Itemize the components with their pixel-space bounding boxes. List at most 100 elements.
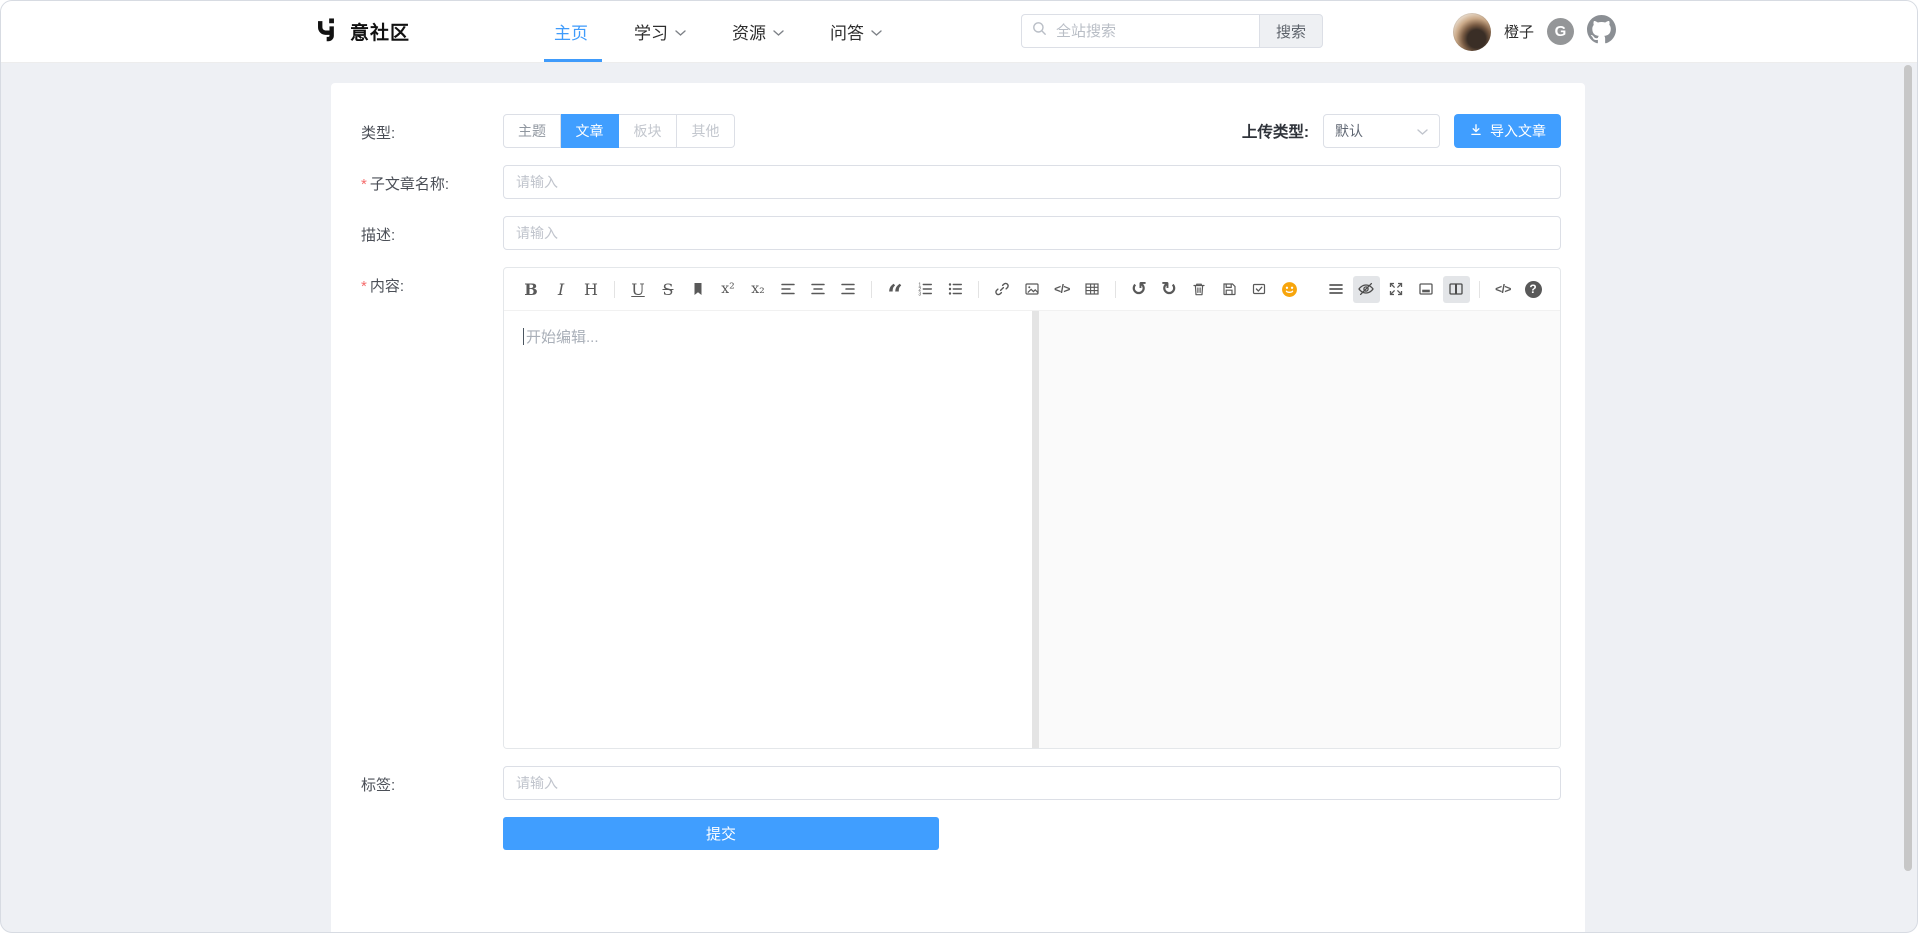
upload-group: 上传类型: 默认 导入文章 (1242, 114, 1561, 148)
align-left-icon[interactable] (775, 276, 802, 303)
text-caret (523, 328, 524, 345)
nav-item-qa[interactable]: 问答 (830, 19, 882, 44)
search-input[interactable] (1054, 22, 1249, 41)
search-input-wrap (1021, 14, 1259, 48)
type-row: 类型: 主题 文章 板块 其他 上传类型: 默认 (361, 114, 1561, 148)
save-icon[interactable] (1216, 276, 1243, 303)
pane-divider[interactable] (1032, 311, 1039, 748)
nav-label: 资源 (732, 19, 766, 44)
nav-label: 主页 (554, 19, 588, 44)
search-button[interactable]: 搜索 (1259, 14, 1323, 48)
help-icon[interactable]: ? (1520, 276, 1547, 303)
split-view-icon[interactable] (1443, 276, 1470, 303)
svg-text:3: 3 (918, 291, 921, 297)
editor-toolbar: B I H U S x² x₂ (504, 268, 1560, 311)
bold-icon[interactable]: B (518, 276, 545, 303)
nav-label: 学习 (634, 19, 668, 44)
align-right-icon[interactable] (835, 276, 862, 303)
chevron-down-icon (871, 22, 882, 42)
search-bar: 搜索 (1021, 14, 1323, 48)
markdown-editor: B I H U S x² x₂ (503, 267, 1561, 749)
logo-text: 意社区 (350, 18, 410, 45)
username[interactable]: 橙子 (1504, 21, 1534, 42)
upload-type-select[interactable]: 默认 (1323, 114, 1440, 148)
type-option-other[interactable]: 其他 (677, 114, 735, 148)
upload-type-value: 默认 (1335, 121, 1363, 141)
type-option-topic[interactable]: 主题 (503, 114, 561, 148)
toolbar-divider (871, 281, 872, 298)
export-check-icon[interactable] (1246, 276, 1273, 303)
type-segmented-control: 主题 文章 板块 其他 (503, 114, 735, 148)
superscript-icon[interactable]: x² (715, 276, 742, 303)
table-icon[interactable] (1079, 276, 1106, 303)
description-input[interactable] (503, 216, 1561, 250)
preview-toggle-icon[interactable] (1353, 276, 1380, 303)
strikethrough-icon[interactable]: S (655, 276, 682, 303)
description-row: 描述: (361, 216, 1561, 250)
type-option-article[interactable]: 文章 (561, 114, 619, 148)
nav-item-resources[interactable]: 资源 (732, 19, 784, 44)
download-icon (1469, 123, 1483, 140)
underline-icon[interactable]: U (625, 276, 652, 303)
required-mark: * (361, 176, 367, 193)
article-name-input[interactable] (503, 165, 1561, 199)
type-label: 类型: (361, 114, 503, 148)
trash-icon[interactable] (1186, 276, 1213, 303)
nav-label: 问答 (830, 19, 864, 44)
article-name-label: *子文章名称: (361, 165, 503, 199)
description-label: 描述: (361, 216, 503, 250)
edit-mode-icon[interactable] (1413, 276, 1440, 303)
avatar[interactable] (1453, 13, 1491, 51)
active-tab-underline (544, 59, 602, 62)
blockquote-icon[interactable]: “ (882, 276, 909, 303)
toolbar-divider (614, 281, 615, 298)
toolbar-divider (978, 281, 979, 298)
chevron-down-icon (1417, 123, 1428, 139)
chevron-down-icon (773, 22, 784, 42)
tags-input[interactable] (503, 766, 1561, 800)
unordered-list-icon[interactable] (942, 276, 969, 303)
toolbar-divider (1115, 281, 1116, 298)
italic-icon[interactable]: I (548, 276, 575, 303)
html-code-icon[interactable]: </> (1490, 276, 1517, 303)
undo-icon[interactable]: ↺ (1126, 276, 1153, 303)
editor-placeholder: 开始编辑... (526, 329, 599, 346)
inline-code-icon[interactable]: </> (1049, 276, 1076, 303)
preview-pane (1039, 311, 1560, 748)
bookmark-icon[interactable] (685, 276, 712, 303)
header: 意社区 主页 学习 资源 问答 (1, 1, 1917, 63)
required-mark: * (361, 278, 367, 295)
import-article-button[interactable]: 导入文章 (1454, 114, 1561, 148)
main-content: 类型: 主题 文章 板块 其他 上传类型: 默认 (1, 63, 1917, 933)
redo-icon[interactable]: ↻ (1156, 276, 1183, 303)
vertical-scrollbar[interactable] (1904, 65, 1912, 871)
editor-pane[interactable]: 开始编辑... (504, 311, 1032, 748)
import-article-label: 导入文章 (1490, 121, 1546, 141)
browser-window: 意社区 主页 学习 资源 问答 (0, 0, 1918, 933)
align-center-icon[interactable] (805, 276, 832, 303)
article-name-row: *子文章名称: (361, 165, 1561, 199)
link-icon[interactable] (989, 276, 1016, 303)
nav-item-learn[interactable]: 学习 (634, 19, 686, 44)
tags-label: 标签: (361, 766, 503, 800)
editor-body: 开始编辑... (504, 311, 1560, 748)
upload-type-label: 上传类型: (1242, 120, 1309, 142)
heading-icon[interactable]: H (578, 276, 605, 303)
content-label: *内容: (361, 267, 503, 749)
emoji-icon[interactable] (1276, 276, 1303, 303)
submit-button[interactable]: 提交 (503, 817, 939, 850)
outline-icon[interactable] (1323, 276, 1350, 303)
gitee-icon[interactable]: G (1547, 18, 1574, 45)
ordered-list-icon[interactable]: 123 (912, 276, 939, 303)
subscript-icon[interactable]: x₂ (745, 276, 772, 303)
image-icon[interactable] (1019, 276, 1046, 303)
main-nav: 主页 学习 资源 问答 (554, 1, 882, 62)
search-icon (1032, 21, 1047, 41)
github-icon[interactable] (1587, 15, 1616, 49)
nav-item-home[interactable]: 主页 (554, 19, 588, 44)
content-row: *内容: B I H U S x² x₂ (361, 267, 1561, 749)
fullscreen-icon[interactable] (1383, 276, 1410, 303)
type-option-board[interactable]: 板块 (619, 114, 677, 148)
logo-icon (315, 17, 340, 47)
logo[interactable]: 意社区 (315, 1, 410, 62)
